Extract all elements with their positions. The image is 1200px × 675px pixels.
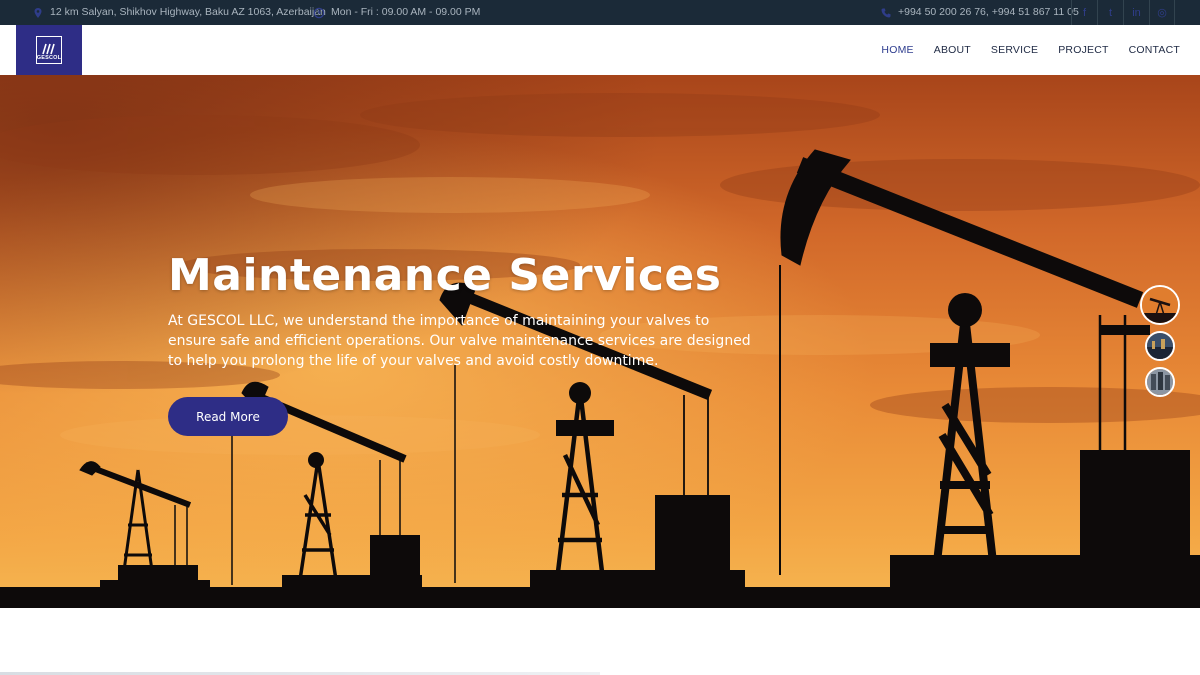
clock-icon: [313, 7, 325, 18]
refinery-thumb-icon: [1147, 333, 1173, 359]
twitter-icon[interactable]: t: [1097, 0, 1123, 25]
nav-service[interactable]: SERVICE: [991, 44, 1038, 56]
hours-item: Mon - Fri : 09.00 AM - 09.00 PM: [313, 0, 480, 25]
logo-flame-icon: [42, 43, 55, 55]
nav-contact[interactable]: CONTACT: [1129, 44, 1180, 56]
nav-home[interactable]: HOME: [881, 44, 913, 56]
slider-thumbnails: [1140, 285, 1190, 415]
hero-description: At GESCOL LLC, we understand the importa…: [168, 313, 751, 369]
logo-text: GESCOL: [36, 55, 62, 61]
address-text: 12 km Salyan, Shikhov Highway, Baku AZ 1…: [50, 6, 326, 18]
social-links: f t in ◎: [1071, 0, 1175, 25]
site-logo[interactable]: GESCOL: [16, 25, 82, 75]
nav-about[interactable]: ABOUT: [934, 44, 971, 56]
top-info-bar: 12 km Salyan, Shikhov Highway, Baku AZ 1…: [0, 0, 1200, 25]
linkedin-icon[interactable]: in: [1123, 0, 1149, 25]
address-item: 12 km Salyan, Shikhov Highway, Baku AZ 1…: [32, 0, 326, 25]
site-header: GESCOL HOME ABOUT SERVICE PROJECT CONTAC…: [0, 25, 1200, 75]
oil-pump-thumb-icon: [1142, 287, 1178, 323]
slide-thumb-1[interactable]: [1140, 285, 1180, 325]
instagram-icon[interactable]: ◎: [1149, 0, 1175, 25]
location-pin-icon: [34, 7, 42, 18]
phone-icon: [881, 8, 891, 17]
hero-slider: Maintenance Services At GESCOL LLC, we u…: [0, 75, 1200, 608]
hero-title: Maintenance Services: [168, 250, 722, 301]
logo-mark: GESCOL: [36, 36, 62, 64]
slide-thumb-2[interactable]: [1145, 331, 1175, 361]
valves-thumb-icon: [1147, 369, 1173, 395]
main-nav: HOME ABOUT SERVICE PROJECT CONTACT: [881, 25, 1180, 75]
phone-item[interactable]: +994 50 200 26 76, +994 51 867 11 05: [880, 0, 1079, 25]
nav-project[interactable]: PROJECT: [1058, 44, 1108, 56]
read-more-button[interactable]: Read More: [168, 397, 288, 436]
facebook-icon[interactable]: f: [1071, 0, 1097, 25]
phone-text: +994 50 200 26 76, +994 51 867 11 05: [898, 6, 1079, 18]
slide-thumb-3[interactable]: [1145, 367, 1175, 397]
hours-text: Mon - Fri : 09.00 AM - 09.00 PM: [331, 6, 481, 18]
